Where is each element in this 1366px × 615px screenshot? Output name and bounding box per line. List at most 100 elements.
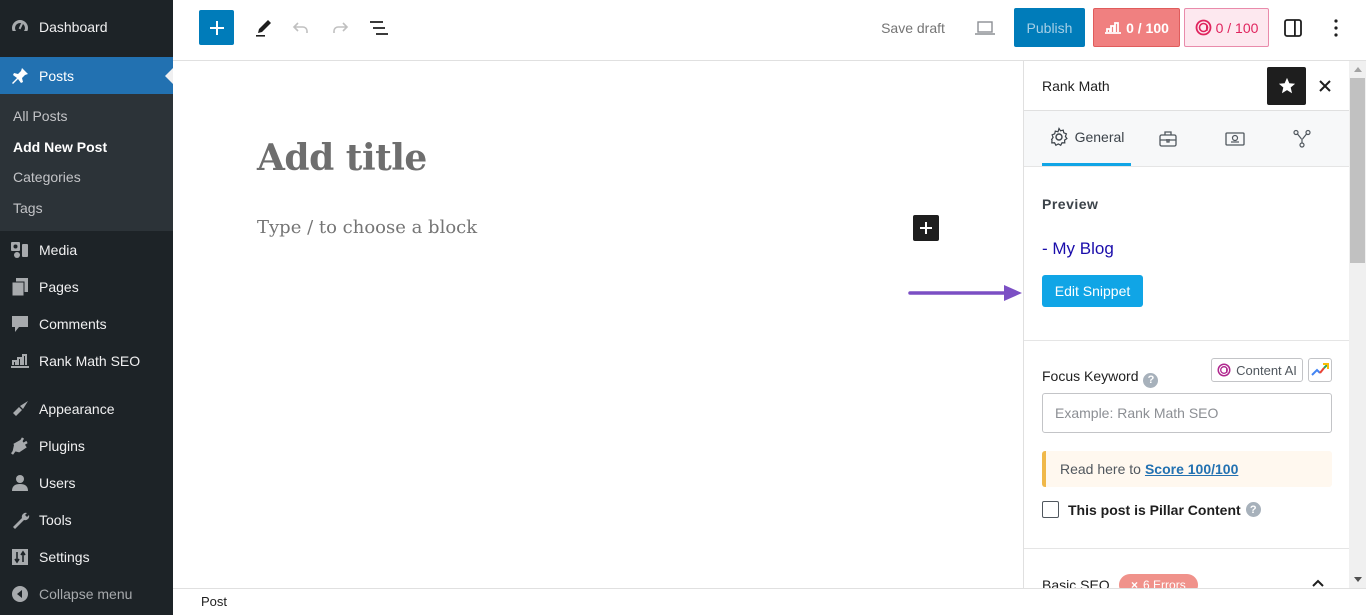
pages-icon <box>10 277 30 297</box>
pillar-content-label[interactable]: This post is Pillar Content <box>1068 502 1241 518</box>
sidebar-item-label: Users <box>39 474 76 491</box>
sidebar-item-tools[interactable]: Tools <box>0 501 173 538</box>
inline-block-inserter[interactable] <box>913 215 939 241</box>
options-menu-button[interactable] <box>1321 10 1351 45</box>
submenu-all-posts[interactable]: All Posts <box>0 101 173 132</box>
panel-scrollbar[interactable] <box>1349 61 1366 588</box>
annotation-arrow-icon <box>908 285 1022 301</box>
sidebar-item-settings[interactable]: Settings <box>0 538 173 575</box>
block-breadcrumb-bar: Post <box>173 588 1366 615</box>
sidebar-item-label: Pages <box>39 278 79 295</box>
focus-keyword-label-text: Focus Keyword <box>1042 368 1139 384</box>
sidebar-item-label: Media <box>39 241 78 258</box>
media-icon <box>10 240 30 260</box>
close-panel-button[interactable] <box>1312 73 1338 99</box>
triangle-down-icon <box>1353 577 1362 582</box>
rank-math-seo-score-button[interactable]: 0 / 100 <box>1093 8 1180 47</box>
submenu-categories[interactable]: Categories <box>0 162 173 193</box>
sidebar-item-posts[interactable]: Posts <box>0 57 173 94</box>
plus-icon <box>920 222 932 234</box>
wordpress-editor: Dashboard Posts All Posts Add New Post C… <box>0 0 1366 615</box>
pin-panel-button[interactable] <box>1267 67 1306 105</box>
pin-icon <box>10 66 30 86</box>
sidebar-item-plugins[interactable]: Plugins <box>0 427 173 464</box>
wrench-icon <box>10 510 30 530</box>
brush-icon <box>10 399 30 419</box>
content-ai-button[interactable]: Content AI <box>1211 358 1303 382</box>
help-icon[interactable]: ? <box>1245 502 1261 517</box>
scroll-down-arrow[interactable] <box>1349 571 1366 588</box>
errors-badge: × 6 Errors <box>1119 574 1198 588</box>
panel-tabs: General <box>1024 111 1349 167</box>
publish-button[interactable]: Publish <box>1014 8 1085 47</box>
pillar-content-checkbox[interactable] <box>1042 501 1059 518</box>
sidebar-item-dashboard[interactable]: Dashboard <box>0 8 173 45</box>
schema-icon <box>1225 131 1245 146</box>
tab-advanced[interactable] <box>1152 111 1184 166</box>
editor-toolbar: Save draft Publish 0 / 100 0 / 100 <box>173 0 1366 61</box>
snippet-title-preview[interactable]: - My Blog <box>1042 239 1114 259</box>
snippet-preview-section: Preview - My Blog Edit Snippet <box>1024 167 1349 341</box>
scrollbar-thumb[interactable] <box>1350 78 1365 263</box>
sidebar-item-label: Appearance <box>39 400 115 417</box>
google-trends-button[interactable] <box>1308 358 1332 382</box>
document-overview-button[interactable] <box>363 10 395 45</box>
score-100-link[interactable]: Score 100/100 <box>1145 461 1238 477</box>
sidebar-item-label: Rank Math SEO <box>39 352 141 369</box>
basic-seo-heading: Basic SEO <box>1042 577 1110 588</box>
plus-icon <box>209 20 224 35</box>
block-appender[interactable]: Type / to choose a block <box>257 217 477 238</box>
seo-score-value: 0 / 100 <box>1126 19 1169 36</box>
sidebar-item-label: Settings <box>39 548 90 565</box>
sidebar-item-media[interactable]: Media <box>0 231 173 268</box>
undo-button[interactable] <box>286 10 316 45</box>
tab-schema[interactable] <box>1219 111 1251 166</box>
collapse-menu-button[interactable]: Collapse menu <box>0 575 173 612</box>
redo-button[interactable] <box>325 10 355 45</box>
edit-snippet-button[interactable]: Edit Snippet <box>1042 275 1143 307</box>
chevron-up-icon <box>1312 579 1324 587</box>
submenu-add-new-post[interactable]: Add New Post <box>0 132 173 163</box>
tab-label: General <box>1074 129 1125 145</box>
error-x-icon: × <box>1131 578 1139 588</box>
list-view-icon <box>370 20 388 35</box>
scroll-up-arrow[interactable] <box>1349 61 1366 78</box>
sidebar-item-label: Comments <box>39 315 107 332</box>
rank-math-icon <box>10 351 30 371</box>
breadcrumb-post[interactable]: Post <box>201 594 227 609</box>
block-inserter-toggle[interactable] <box>199 10 234 45</box>
focus-keyword-input[interactable] <box>1042 393 1332 433</box>
user-icon <box>10 473 30 493</box>
comment-icon <box>10 314 30 334</box>
undo-icon <box>292 21 308 33</box>
trends-icon <box>1311 363 1329 376</box>
submenu-tags[interactable]: Tags <box>0 193 173 224</box>
preview-button[interactable] <box>969 10 1001 45</box>
sidebar-item-comments[interactable]: Comments <box>0 305 173 342</box>
more-vertical-icon <box>1334 18 1338 37</box>
panel-title: Rank Math <box>1042 78 1110 94</box>
help-icon[interactable]: ? <box>1143 372 1159 388</box>
admin-sidebar: Dashboard Posts All Posts Add New Post C… <box>0 0 173 615</box>
social-share-icon <box>1293 129 1311 148</box>
sidebar-item-pages[interactable]: Pages <box>0 268 173 305</box>
settings-sidebar-toggle[interactable] <box>1277 10 1309 45</box>
sidebar-item-label: Dashboard <box>39 18 108 35</box>
content-ai-score-button[interactable]: 0 / 100 <box>1184 8 1269 47</box>
tools-button[interactable] <box>247 10 279 45</box>
sidebar-item-rank-math[interactable]: Rank Math SEO <box>0 342 173 379</box>
errors-count: 6 Errors <box>1143 578 1186 588</box>
save-draft-button[interactable]: Save draft <box>873 10 953 45</box>
score-notice: Read here to Score 100/100 <box>1042 451 1332 487</box>
sidebar-item-users[interactable]: Users <box>0 464 173 501</box>
basic-seo-section[interactable]: Basic SEO × 6 Errors <box>1024 549 1349 588</box>
content-ai-label: Content AI <box>1236 362 1297 378</box>
sidebar-item-appearance[interactable]: Appearance <box>0 390 173 427</box>
editor-canvas: Add title Type / to choose a block <box>173 61 1023 588</box>
post-title-input[interactable]: Add title <box>257 137 427 179</box>
pillar-content-row: This post is Pillar Content ? <box>1042 501 1261 518</box>
collapse-section-button[interactable] <box>1308 573 1328 588</box>
redo-icon <box>333 21 349 33</box>
tab-general[interactable]: General <box>1042 111 1131 166</box>
tab-social[interactable] <box>1286 111 1318 166</box>
